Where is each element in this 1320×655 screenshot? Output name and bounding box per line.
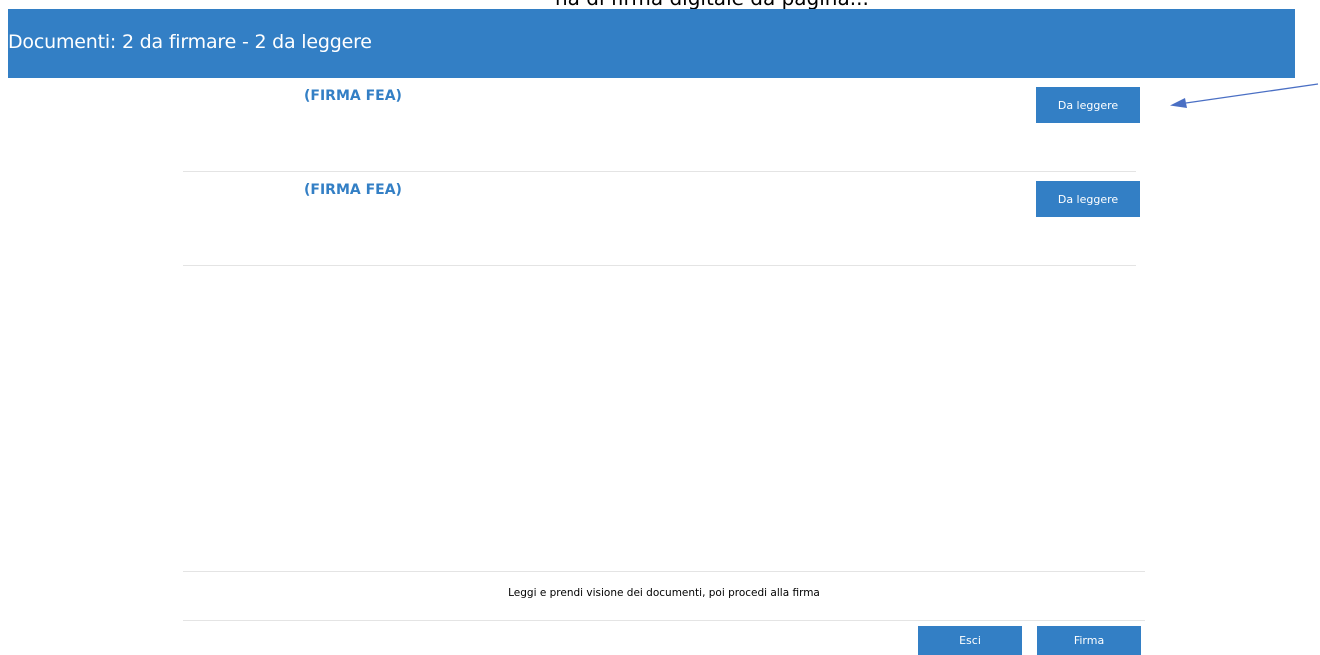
- instruction-bar: Leggi e prendi visione dei documenti, po…: [183, 571, 1145, 621]
- to-read-button[interactable]: Da leggere: [1036, 87, 1140, 123]
- documents-header: Documenti: 2 da firmare - 2 da leggere: [8, 9, 1295, 78]
- instruction-text: Leggi e prendi visione dei documenti, po…: [508, 587, 820, 599]
- document-row: (FIRMA FEA) Da leggere: [183, 172, 1140, 266]
- cropped-text-fragment: na di firma digitale da pagina...: [555, 0, 869, 9]
- to-read-button[interactable]: Da leggere: [1036, 181, 1140, 217]
- arrow-left-icon: [1170, 83, 1319, 108]
- page-title: Documenti: 2 da firmare - 2 da leggere: [8, 31, 372, 53]
- document-title[interactable]: (FIRMA FEA): [304, 88, 402, 104]
- exit-button[interactable]: Esci: [918, 626, 1022, 655]
- document-row: (FIRMA FEA) Da leggere: [183, 78, 1140, 172]
- cropped-top-text: na di firma digitale da pagina...: [0, 0, 1320, 9]
- sign-button[interactable]: Firma: [1037, 626, 1141, 655]
- document-title[interactable]: (FIRMA FEA): [304, 182, 402, 198]
